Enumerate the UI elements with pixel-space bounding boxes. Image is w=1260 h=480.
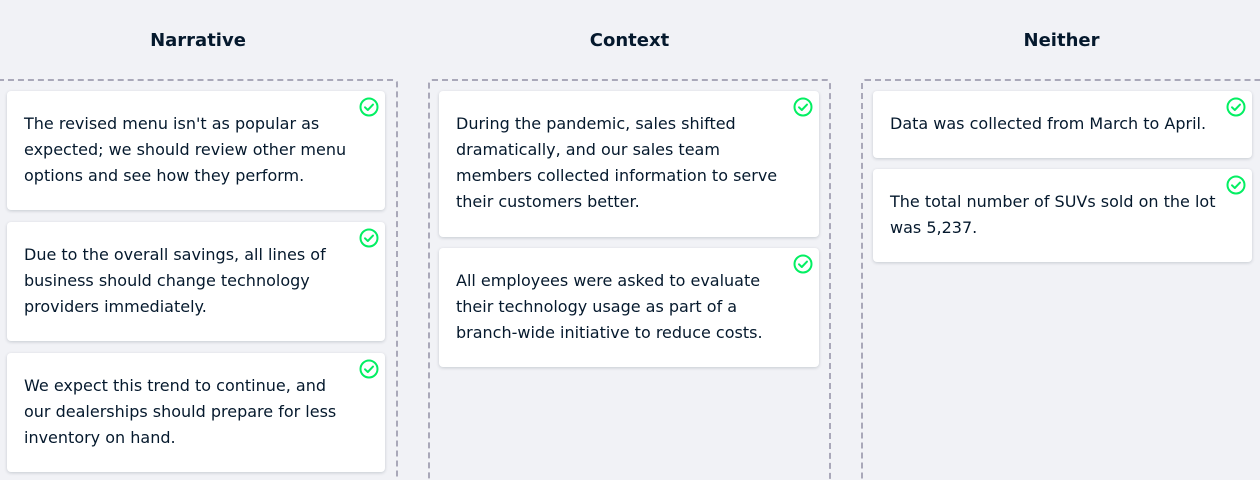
answer-card[interactable]: All employees were asked to evaluate the… xyxy=(439,248,819,367)
answer-card[interactable]: During the pandemic, sales shifted drama… xyxy=(439,91,819,237)
answer-card[interactable]: Due to the overall savings, all lines of… xyxy=(7,222,385,341)
column-title-neither: Neither xyxy=(1023,30,1100,51)
check-circle-icon xyxy=(359,359,379,379)
drag-drop-board: Narrative The revised menu isn't as popu… xyxy=(0,0,1260,480)
check-circle-icon xyxy=(359,97,379,117)
card-text: We expect this trend to continue, and ou… xyxy=(24,376,337,447)
check-circle-icon xyxy=(793,254,813,274)
column-narrative: Narrative The revised menu isn't as popu… xyxy=(0,0,398,480)
card-text: All employees were asked to evaluate the… xyxy=(456,271,763,342)
card-text: Due to the overall savings, all lines of… xyxy=(24,245,326,316)
check-circle-icon xyxy=(1226,175,1246,195)
answer-card[interactable]: The total number of SUVs sold on the lot… xyxy=(873,169,1252,262)
answer-card[interactable]: We expect this trend to continue, and ou… xyxy=(7,353,385,472)
column-neither: Neither Data was collected from March to… xyxy=(861,0,1260,480)
check-circle-icon xyxy=(1226,97,1246,117)
answer-card[interactable]: Data was collected from March to April. xyxy=(873,91,1252,158)
check-circle-icon xyxy=(793,97,813,117)
check-circle-icon xyxy=(359,228,379,248)
column-context: Context During the pandemic, sales shift… xyxy=(428,0,831,480)
card-text: The revised menu isn't as popular as exp… xyxy=(24,114,347,185)
card-text: The total number of SUVs sold on the lot… xyxy=(890,192,1216,237)
card-text: Data was collected from March to April. xyxy=(890,114,1207,133)
column-title-narrative: Narrative xyxy=(150,30,246,51)
answer-card[interactable]: The revised menu isn't as popular as exp… xyxy=(7,91,385,210)
column-title-context: Context xyxy=(589,30,670,51)
card-text: During the pandemic, sales shifted drama… xyxy=(456,114,778,211)
